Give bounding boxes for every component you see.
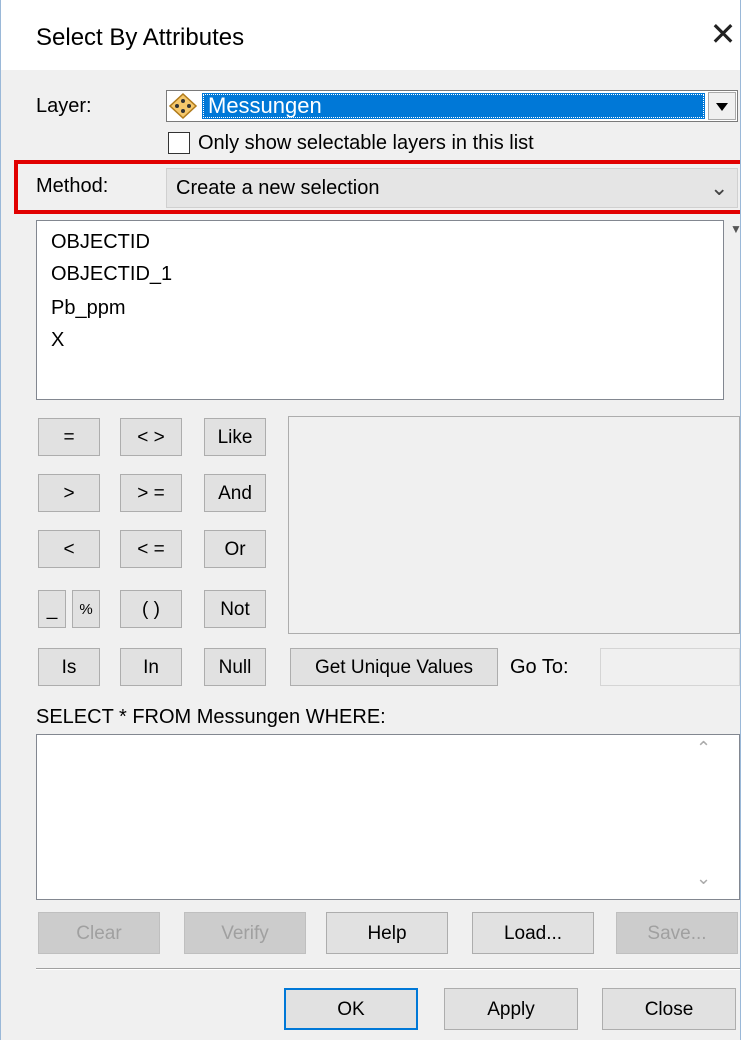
verify-button[interactable]: Verify — [184, 912, 306, 954]
separator — [36, 968, 740, 970]
close-icon[interactable]: ✕ — [708, 16, 738, 52]
close-button[interactable]: Close — [602, 988, 736, 1030]
highlight-box — [14, 160, 741, 214]
get-unique-values-button[interactable]: Get Unique Values — [290, 648, 498, 686]
underscore-button[interactable]: _ — [38, 590, 66, 628]
ok-button[interactable]: OK — [284, 988, 418, 1030]
apply-button[interactable]: Apply — [444, 988, 578, 1030]
fields-list[interactable]: OBJECTID OBJECTID_1 Pb_ppm X — [36, 220, 724, 400]
save-button[interactable]: Save... — [616, 912, 738, 954]
list-item[interactable]: OBJECTID_1 — [51, 263, 172, 286]
chevron-down-icon[interactable]: ⌄ — [696, 868, 711, 889]
less-equal-button[interactable]: < = — [120, 530, 182, 568]
list-item[interactable]: OBJECTID — [51, 231, 150, 254]
less-than-button[interactable]: < — [38, 530, 100, 568]
like-button[interactable]: Like — [204, 418, 266, 456]
goto-input[interactable] — [600, 648, 740, 686]
percent-button[interactable]: % — [72, 590, 100, 628]
layer-label: Layer: — [36, 95, 92, 117]
help-button[interactable]: Help — [326, 912, 448, 954]
unique-values-list[interactable] — [288, 416, 740, 634]
only-selectable-checkbox[interactable] — [168, 132, 190, 154]
greater-than-button[interactable]: > — [38, 474, 100, 512]
only-selectable-label: Only show selectable layers in this list — [198, 132, 534, 154]
goto-label: Go To: — [510, 656, 569, 678]
load-button[interactable]: Load... — [472, 912, 594, 954]
parentheses-button[interactable]: ( ) — [120, 590, 182, 628]
list-item[interactable]: X — [51, 329, 64, 352]
not-button[interactable]: Not — [204, 590, 266, 628]
or-button[interactable]: Or — [204, 530, 266, 568]
where-label: SELECT * FROM Messungen WHERE: — [36, 706, 386, 728]
chevron-down-icon[interactable] — [708, 92, 736, 120]
chevron-up-icon[interactable]: ⌃ — [696, 738, 711, 759]
and-button[interactable]: And — [204, 474, 266, 512]
layer-diamond-icon — [168, 92, 198, 120]
window-title: Select By Attributes — [36, 24, 245, 51]
list-item[interactable]: Pb_ppm — [51, 297, 126, 320]
not-equals-button[interactable]: < > — [120, 418, 182, 456]
equals-button[interactable]: = — [38, 418, 100, 456]
where-clause-input[interactable] — [36, 734, 740, 900]
greater-equal-button[interactable]: > = — [120, 474, 182, 512]
layer-selected-value: Messungen — [202, 93, 705, 119]
is-button[interactable]: Is — [38, 648, 100, 686]
scroll-marker-icon: ▼ — [730, 222, 741, 236]
in-button[interactable]: In — [120, 648, 182, 686]
null-button[interactable]: Null — [204, 648, 266, 686]
clear-button[interactable]: Clear — [38, 912, 160, 954]
